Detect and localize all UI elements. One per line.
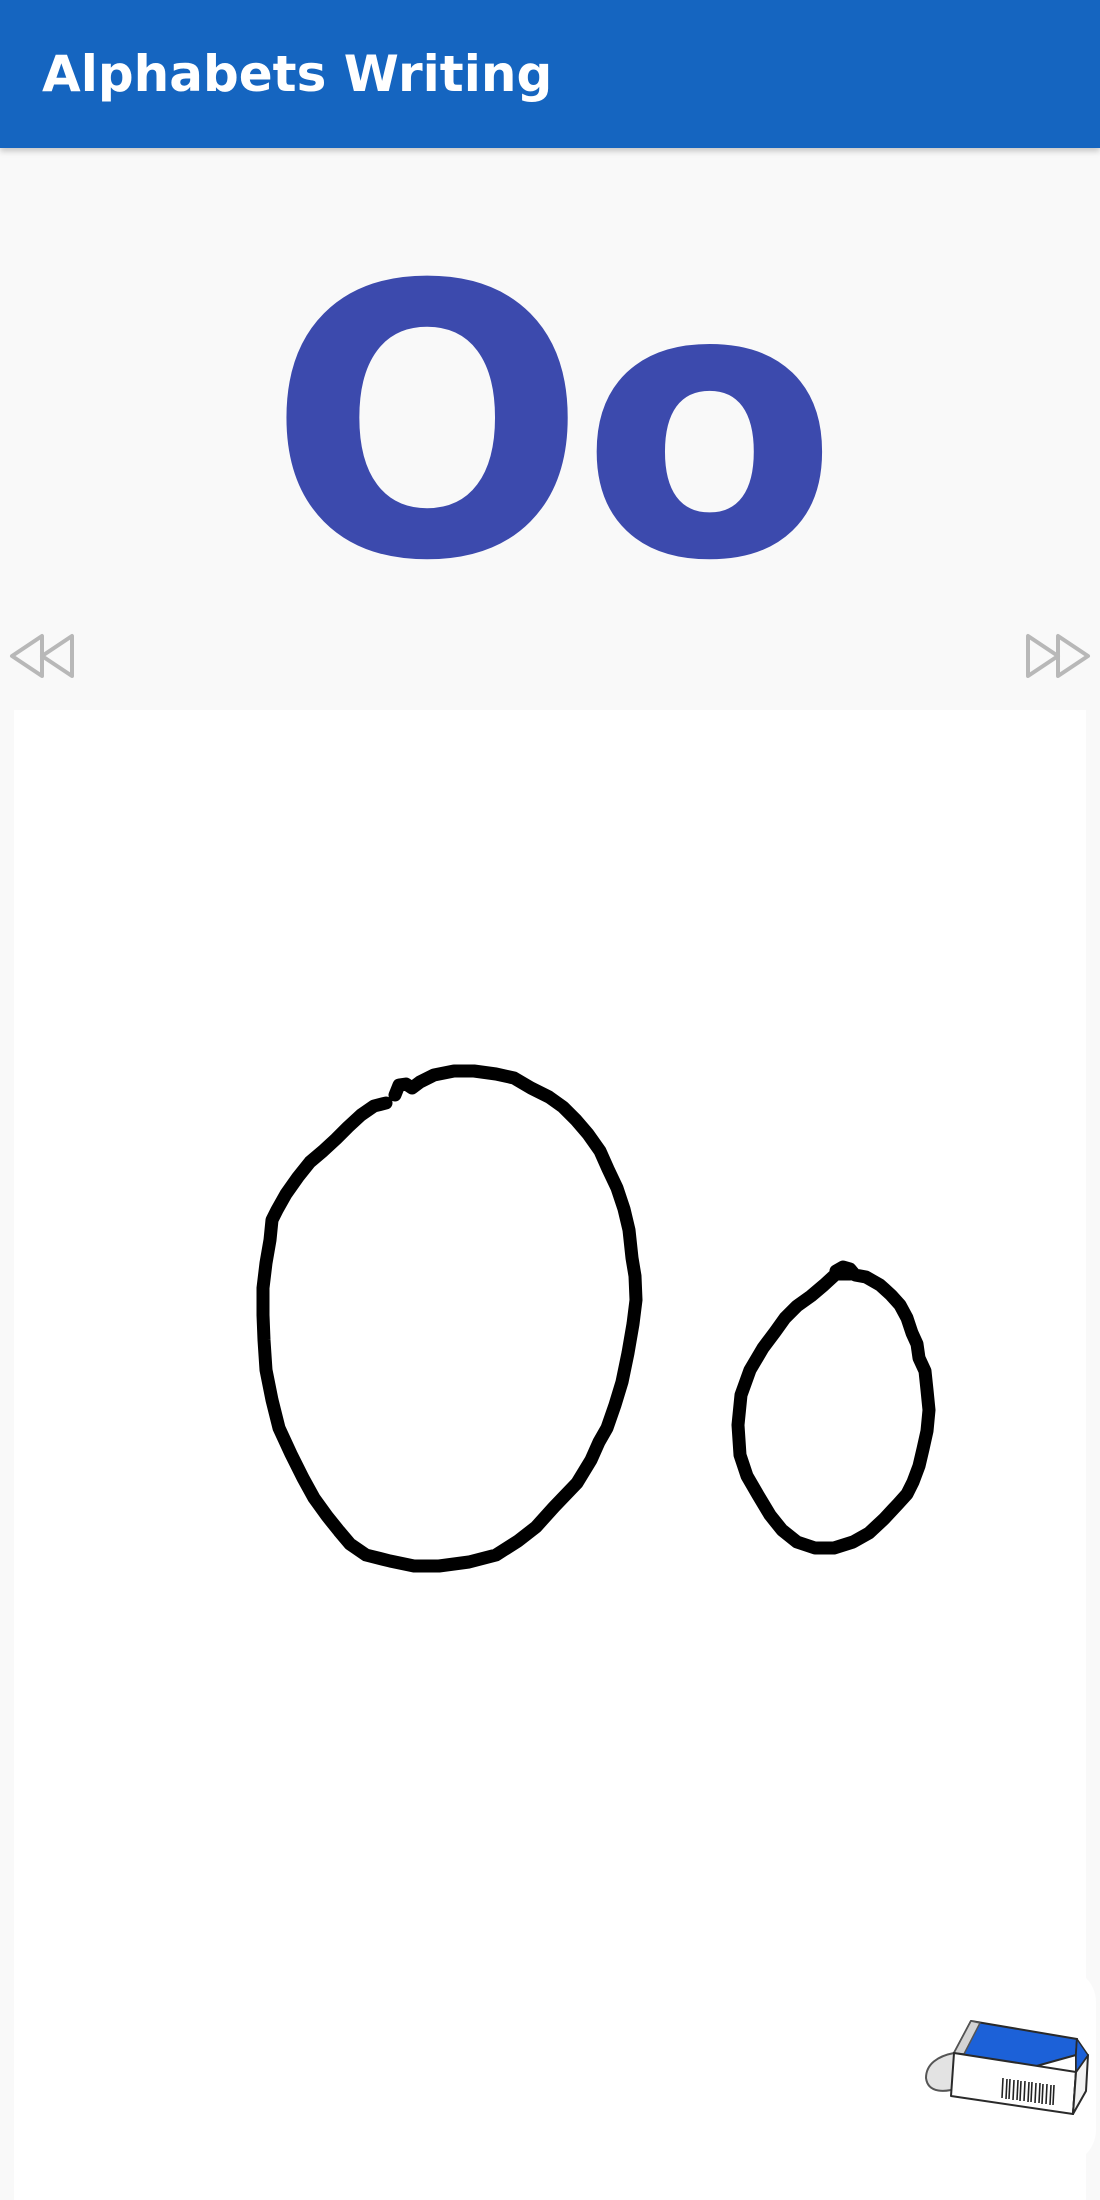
letter-display: Oo [267,207,838,643]
fast-forward-icon [1026,634,1090,678]
previous-letter-button[interactable] [8,630,78,682]
eraser-button[interactable] [908,1968,1096,2164]
next-letter-button[interactable] [1022,630,1092,682]
rewind-icon [10,634,74,678]
app-title: Alphabets Writing [42,45,553,103]
drawn-stroke-uppercase-o [256,1064,643,1573]
drawn-stroke-lowercase-o [731,1260,936,1555]
eraser-icon [925,2020,1089,2115]
app-bar: Alphabets Writing [0,0,1100,148]
